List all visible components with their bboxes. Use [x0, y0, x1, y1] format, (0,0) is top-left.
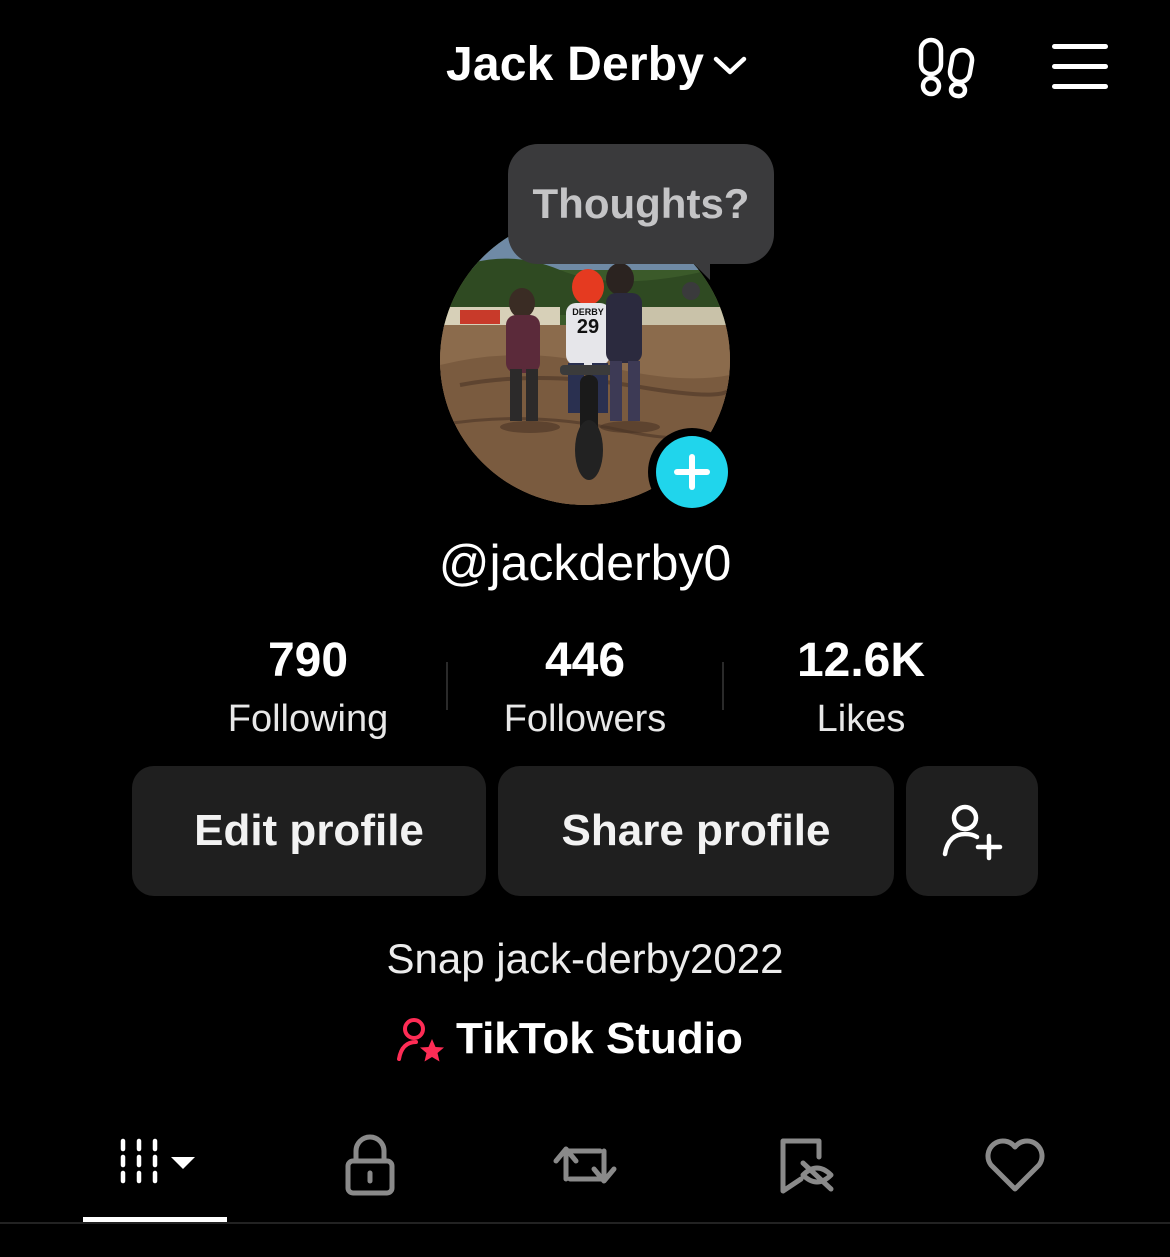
chevron-down-icon: [713, 56, 747, 75]
stat-divider: [722, 662, 724, 710]
profile-header: Jack Derby: [0, 0, 1170, 130]
note-bubble[interactable]: Thoughts?: [508, 144, 774, 264]
stat-label: Likes: [816, 698, 906, 740]
stat-value: 12.6K: [796, 634, 926, 687]
repost-icon: [553, 1146, 617, 1184]
tab-favorites[interactable]: [745, 1125, 865, 1205]
note-bubble-dot: [682, 282, 700, 300]
hidden-favorites-icon: [780, 1138, 834, 1194]
tab-private[interactable]: [310, 1125, 430, 1205]
stat-likes[interactable]: 12.6K Likes: [731, 630, 991, 746]
stat-label: Following: [227, 698, 389, 740]
note-bubble-tail: [688, 258, 710, 280]
stat-value: 790: [267, 634, 349, 687]
stat-followers[interactable]: 446 Followers: [455, 630, 715, 746]
tiktok-studio-link[interactable]: TikTok Studio: [396, 1010, 743, 1068]
tab-reposts[interactable]: [525, 1125, 645, 1205]
jersey-number: 29: [577, 316, 599, 338]
share-profile-button[interactable]: Share profile: [498, 766, 894, 896]
creator-star-icon: [397, 1018, 444, 1062]
add-friend-icon: [942, 804, 1003, 861]
heart-icon: [985, 1138, 1045, 1192]
jersey-name: DERBY: [572, 307, 604, 317]
tiktok-studio-label: TikTok Studio: [456, 1014, 743, 1063]
profile-display-name: Jack Derby: [446, 38, 705, 91]
profile-username: @jackderby0: [438, 535, 732, 591]
hamburger-menu-icon[interactable]: [1048, 42, 1112, 92]
add-friend-button[interactable]: [906, 766, 1038, 896]
footprints-icon[interactable]: [915, 34, 981, 100]
profile-bio: Snap jack-derby2022: [386, 935, 784, 982]
stat-divider: [446, 662, 448, 710]
videos-grid-icon: [120, 1138, 195, 1184]
note-placeholder-text: Thoughts?: [532, 180, 750, 227]
stat-value: 446: [544, 634, 626, 687]
tab-liked[interactable]: [955, 1125, 1075, 1205]
add-story-button[interactable]: [648, 428, 736, 516]
stat-following[interactable]: 790 Following: [178, 630, 438, 746]
edit-profile-label: Edit profile: [194, 806, 424, 855]
edit-profile-button[interactable]: Edit profile: [132, 766, 486, 896]
plus-icon: [656, 436, 728, 508]
account-switcher[interactable]: Jack Derby: [446, 36, 750, 94]
share-profile-label: Share profile: [561, 806, 831, 855]
tab-bar-divider: [0, 1222, 1170, 1224]
stat-label: Followers: [503, 698, 667, 740]
tab-videos[interactable]: [83, 1125, 227, 1205]
lock-icon: [345, 1134, 395, 1196]
